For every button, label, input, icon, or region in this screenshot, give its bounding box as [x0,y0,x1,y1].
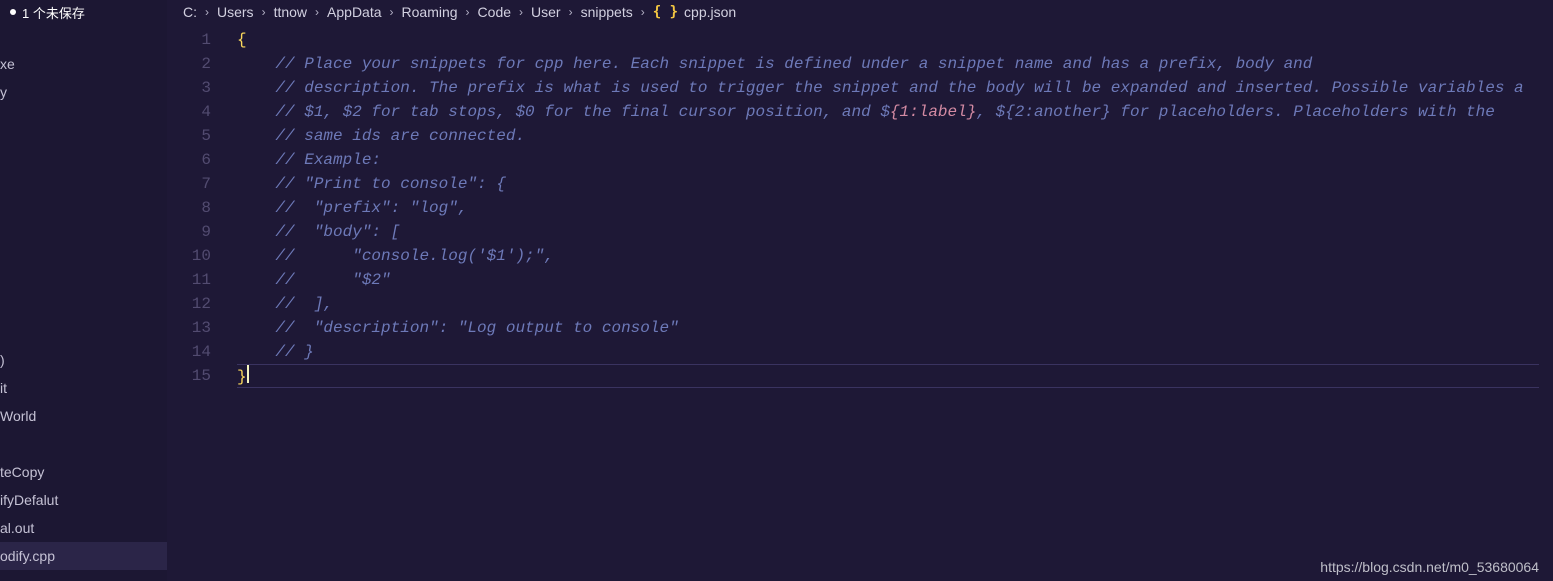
comment-text: "prefix": "log", [304,199,467,217]
code-line[interactable]: { [237,28,1553,52]
comment-text: $1, $2 for tab stops, $0 for the final c… [304,103,890,121]
code-line[interactable]: // Place your snippets for cpp here. Eac… [237,52,1553,76]
comment-text: description. The prefix is what is used … [304,79,1523,97]
chevron-right-icon: › [639,5,647,19]
placeholder-label: {2:another} [1005,103,1111,121]
comment-text: } [304,343,314,361]
line-number: 13 [167,316,211,340]
code-line[interactable]: // "prefix": "log", [237,196,1553,220]
code-line[interactable]: // "Print to console": { [237,172,1553,196]
comment-text: "body": [ [304,223,400,241]
breadcrumb-seg[interactable]: User [531,4,561,20]
line-number: 2 [167,52,211,76]
line-number: 4 [167,100,211,124]
comment-text: ], [304,295,333,313]
code-line[interactable]: // same ids are connected. [237,124,1553,148]
line-number-gutter: 123456789101112131415 [167,28,237,581]
file-item[interactable]: ifyDefalut [0,486,167,514]
line-number: 10 [167,244,211,268]
json-file-icon: { } [653,4,678,20]
breadcrumb-seg[interactable]: ttnow [274,4,307,20]
chevron-right-icon: › [464,5,472,19]
line-number: 8 [167,196,211,220]
comment-text: "$2" [304,271,390,289]
file-item[interactable]: al.out [0,514,167,542]
line-number: 1 [167,28,211,52]
spacer [0,106,167,346]
placeholder-label: {1:label} [890,103,976,121]
code-line-current[interactable]: } [237,364,1553,388]
comment-text: Place your snippets for cpp here. Each s… [304,55,1312,73]
text-cursor [247,365,249,383]
chevron-right-icon: › [388,5,396,19]
unsaved-label: 1 个未保存 [22,3,85,22]
explorer-sidebar: 1 个未保存 xe y ) it World teCopy ifyDefalut… [0,0,167,581]
line-number: 12 [167,292,211,316]
code-content[interactable]: { // Place your snippets for cpp here. E… [237,28,1553,581]
comment-text: "Print to console": { [304,175,506,193]
line-number: 11 [167,268,211,292]
dot-icon [10,9,16,15]
breadcrumb-seg[interactable]: C: [183,4,197,20]
chevron-right-icon: › [517,5,525,19]
breadcrumb-seg[interactable]: Code [478,4,511,20]
file-item[interactable]: teCopy [0,458,167,486]
chevron-right-icon: › [567,5,575,19]
line-number: 5 [167,124,211,148]
breadcrumb-seg[interactable]: Roaming [402,4,458,20]
editor-area: C: › Users › ttnow › AppData › Roaming ›… [167,0,1553,581]
breadcrumb-file[interactable]: cpp.json [684,4,736,20]
file-item[interactable]: y [0,78,167,106]
line-number: 3 [167,76,211,100]
code-line[interactable]: // ], [237,292,1553,316]
comment-text: "console.log('$1');", [304,247,554,265]
code-line[interactable]: // } [237,340,1553,364]
file-item[interactable]: it [0,374,167,402]
code-line[interactable]: // Example: [237,148,1553,172]
breadcrumb-seg[interactable]: snippets [581,4,633,20]
breadcrumb[interactable]: C: › Users › ttnow › AppData › Roaming ›… [167,0,1553,24]
code-line[interactable]: // $1, $2 for tab stops, $0 for the fina… [237,100,1553,124]
code-line[interactable]: // "description": "Log output to console… [237,316,1553,340]
code-line[interactable]: // "body": [ [237,220,1553,244]
line-number: 15 [167,364,211,388]
chevron-right-icon: › [260,5,268,19]
code-line[interactable]: // "console.log('$1');", [237,244,1553,268]
line-number: 9 [167,220,211,244]
code-line[interactable]: // description. The prefix is what is us… [237,76,1553,100]
chevron-right-icon: › [313,5,321,19]
chevron-right-icon: › [203,5,211,19]
code-editor[interactable]: 123456789101112131415 { // Place your sn… [167,24,1553,581]
comment-text: "description": "Log output to console" [304,319,678,337]
comment-text: Example: [304,151,381,169]
file-item-active[interactable]: odify.cpp [0,542,167,570]
breadcrumb-seg[interactable]: AppData [327,4,381,20]
line-number: 7 [167,172,211,196]
editor-scrollbar[interactable] [1539,0,1553,581]
file-item[interactable]: xe [0,50,167,78]
breadcrumb-seg[interactable]: Users [217,4,254,20]
file-item[interactable]: ) [0,346,167,374]
comment-text: same ids are connected. [304,127,525,145]
watermark-text: https://blog.csdn.net/m0_53680064 [1320,559,1539,575]
line-number: 14 [167,340,211,364]
line-number: 6 [167,148,211,172]
spacer [0,24,167,50]
unsaved-indicator: 1 个未保存 [0,0,167,24]
file-item[interactable] [0,430,167,458]
code-line[interactable]: // "$2" [237,268,1553,292]
file-item[interactable]: World [0,402,167,430]
